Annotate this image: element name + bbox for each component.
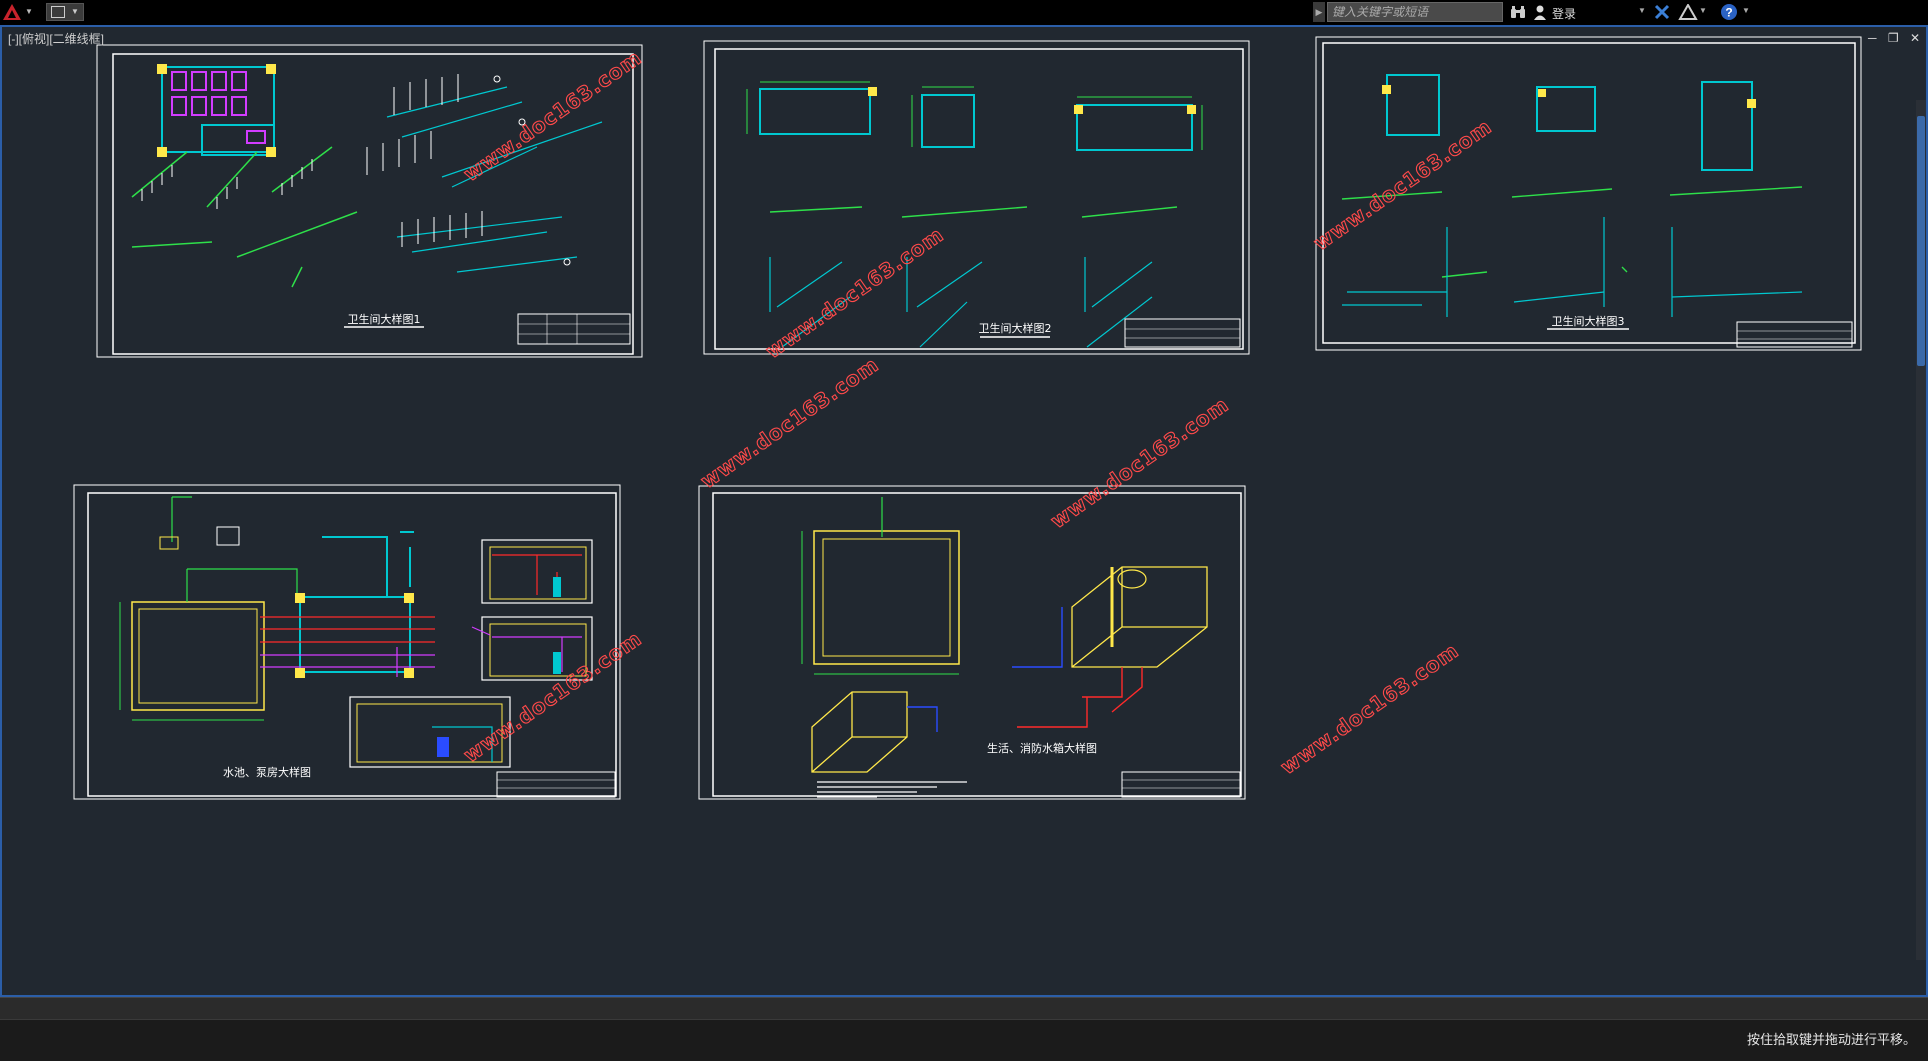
status-message: 按住拾取键并拖动进行平移。 [1746, 1032, 1916, 1047]
watermark-text-1: www.doc163.com [459, 45, 646, 186]
sheet-1-title: 卫生间大样图1 [348, 312, 421, 326]
watermark-text-5: www.doc163.com [1046, 392, 1233, 533]
login-dropdown-icon[interactable]: ▼ [1638, 6, 1646, 15]
vertical-scrollbar-thumb[interactable] [1917, 116, 1925, 366]
qat-dropdown-icon[interactable]: ▼ [71, 6, 81, 18]
help-icon[interactable]: ? [1720, 3, 1738, 21]
viewport-controls: ─ ❐ ✕ [1860, 31, 1920, 45]
autodesk-360-icon[interactable] [1678, 4, 1698, 20]
a360-dropdown-icon[interactable]: ▼ [1699, 6, 1707, 15]
sheet-3-title: 卫生间大样图3 [1552, 314, 1625, 328]
sheet-5-title: 生活、消防水箱大样图 [987, 741, 1097, 755]
user-icon[interactable] [1532, 4, 1548, 20]
sheet-1: 卫生间大样图1 [96, 44, 643, 358]
watermark-text-2: www.doc163.com [761, 222, 948, 363]
viewport-minimize-icon[interactable]: ─ [1868, 31, 1877, 45]
sheet-2-title: 卫生间大样图2 [979, 321, 1052, 335]
drawing-canvas[interactable]: 卫生间大样图1 卫生间大样图2 卫生间大样图3 水池、泵房大样图 生活、消防水箱… [0, 25, 1928, 997]
viewport-close-icon[interactable]: ✕ [1910, 31, 1920, 45]
edit-drawing-icon[interactable] [51, 6, 65, 18]
binoculars-icon[interactable] [1510, 4, 1526, 20]
status-bar [0, 1019, 1928, 1061]
sheet-5: 生活、消防水箱大样图 [698, 485, 1246, 800]
exchange-apps-icon[interactable] [1654, 4, 1670, 20]
horizontal-scrollbar[interactable] [0, 997, 1928, 1020]
quick-access-toolbar[interactable]: ▼ [46, 3, 84, 21]
viewport-label[interactable]: [-][俯视][二维线框] [8, 30, 104, 47]
watermark-text-7: www.doc163.com [1276, 638, 1463, 779]
sheet-4: 水池、泵房大样图 [73, 484, 621, 800]
search-expand-icon[interactable]: ▶ [1313, 2, 1325, 22]
sheet-2: 卫生间大样图2 [703, 40, 1250, 355]
search-input[interactable] [1327, 2, 1503, 22]
watermark-text-3: www.doc163.com [696, 352, 883, 493]
help-dropdown-icon[interactable]: ▼ [1742, 6, 1750, 15]
login-button[interactable]: 登录 [1552, 5, 1576, 22]
watermarks: www.doc163.com www.doc163.com www.doc163… [459, 45, 1497, 780]
title-bar: ▼ ▼ ▶ 登录 ▼ ▼ ? ▼ [0, 0, 1928, 25]
cad-drawing: 卫生间大样图1 卫生间大样图2 卫生间大样图3 水池、泵房大样图 生活、消防水箱… [73, 36, 1862, 800]
viewport-restore-icon[interactable]: ❐ [1888, 31, 1899, 45]
app-menu-caret-icon[interactable]: ▼ [25, 6, 35, 18]
sheet-4-title: 水池、泵房大样图 [223, 765, 311, 779]
svg-text:?: ? [1725, 6, 1732, 20]
autocad-logo-icon[interactable] [2, 2, 22, 22]
